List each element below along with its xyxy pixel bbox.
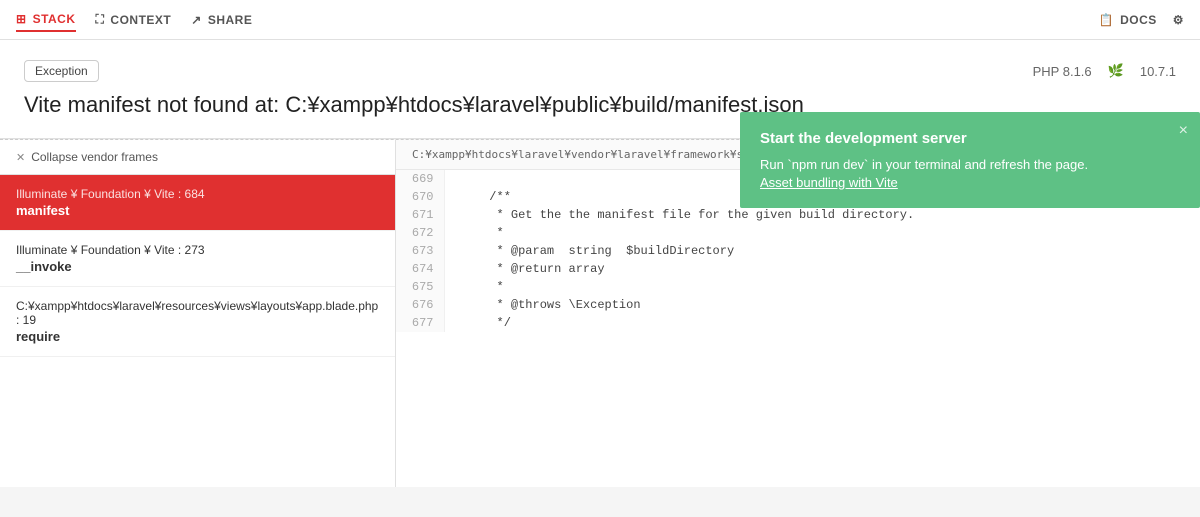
laravel-icon: 🌿 — [1108, 63, 1124, 79]
line-content: * @param string $buildDirectory — [444, 242, 1200, 260]
stack-item-2-location: C:¥xampp¥htdocs¥laravel¥resources¥views¥… — [16, 299, 379, 327]
stack-panel: ✕ Collapse vendor frames Illuminate ¥ Fo… — [0, 140, 396, 487]
line-number: 677 — [396, 314, 444, 332]
code-line: 673 * @param string $buildDirectory — [396, 242, 1200, 260]
line-content: * @throws \Exception — [444, 296, 1200, 314]
notification-link[interactable]: Asset bundling with Vite — [760, 175, 898, 190]
stack-label: STACK — [33, 12, 76, 26]
line-number: 674 — [396, 260, 444, 278]
code-line: 675 * — [396, 278, 1200, 296]
docs-label: DOCS — [1120, 13, 1157, 27]
stack-icon: ⊞ — [16, 12, 27, 26]
line-number: 671 — [396, 206, 444, 224]
top-nav: ⊞ STACK ⛶ CONTEXT ↗ SHARE 📋 DOCS ⚙ — [0, 0, 1200, 40]
stack-item-0[interactable]: Illuminate ¥ Foundation ¥ Vite : 684 man… — [0, 175, 395, 231]
line-content: * Get the the manifest file for the give… — [444, 206, 1200, 224]
line-number: 672 — [396, 224, 444, 242]
line-number: 670 — [396, 188, 444, 206]
line-content: * — [444, 278, 1200, 296]
code-line: 671 * Get the the manifest file for the … — [396, 206, 1200, 224]
line-number: 676 — [396, 296, 444, 314]
notification-close[interactable]: × — [1179, 122, 1188, 140]
share-icon: ↗ — [191, 13, 202, 27]
php-version: PHP 8.1.6 — [1033, 64, 1092, 79]
stack-item-0-method: manifest — [16, 203, 379, 218]
notification-body: Run `npm run dev` in your terminal and r… — [760, 155, 1180, 175]
stack-item-1[interactable]: Illuminate ¥ Foundation ¥ Vite : 273 __i… — [0, 231, 395, 287]
line-number: 669 — [396, 170, 444, 188]
nav-share[interactable]: ↗ SHARE — [191, 9, 252, 31]
stack-item-1-method: __invoke — [16, 259, 379, 274]
notification-title: Start the development server — [760, 130, 1180, 147]
line-content: */ — [444, 314, 1200, 332]
code-line: 677 */ — [396, 314, 1200, 332]
stack-item-1-location: Illuminate ¥ Foundation ¥ Vite : 273 — [16, 243, 379, 257]
laravel-version: 10.7.1 — [1140, 64, 1176, 79]
line-number: 673 — [396, 242, 444, 260]
stack-item-0-location: Illuminate ¥ Foundation ¥ Vite : 684 — [16, 187, 379, 201]
nav-right: 📋 DOCS ⚙ — [1099, 9, 1184, 31]
docs-icon: 📋 — [1099, 13, 1114, 27]
stack-item-2[interactable]: C:¥xampp¥htdocs¥laravel¥resources¥views¥… — [0, 287, 395, 357]
nav-stack[interactable]: ⊞ STACK — [16, 8, 76, 32]
code-line: 674 * @return array — [396, 260, 1200, 278]
nav-docs[interactable]: 📋 DOCS — [1099, 9, 1157, 31]
code-line: 672 * — [396, 224, 1200, 242]
exception-meta: Exception PHP 8.1.6 🌿 10.7.1 — [24, 60, 1176, 82]
context-icon: ⛶ — [96, 12, 105, 27]
x-icon: ✕ — [16, 151, 25, 164]
exception-area: Exception PHP 8.1.6 🌿 10.7.1 Vite manife… — [0, 40, 1200, 139]
green-notification: × Start the development server Run `npm … — [740, 112, 1200, 208]
nav-context[interactable]: ⛶ CONTEXT — [96, 8, 172, 31]
nav-settings[interactable]: ⚙ — [1173, 9, 1184, 31]
stack-item-2-method: require — [16, 329, 379, 344]
exception-meta-right: PHP 8.1.6 🌿 10.7.1 — [1033, 63, 1176, 79]
collapse-vendor-btn[interactable]: ✕ Collapse vendor frames — [0, 140, 395, 175]
line-content: * @return array — [444, 260, 1200, 278]
nav-left: ⊞ STACK ⛶ CONTEXT ↗ SHARE — [16, 8, 252, 32]
share-label: SHARE — [208, 13, 253, 27]
gear-icon: ⚙ — [1173, 13, 1184, 27]
line-content: * — [444, 224, 1200, 242]
line-number: 675 — [396, 278, 444, 296]
context-label: CONTEXT — [110, 13, 171, 27]
collapse-label: Collapse vendor frames — [31, 150, 158, 164]
exception-badge: Exception — [24, 60, 99, 82]
code-line: 676 * @throws \Exception — [396, 296, 1200, 314]
